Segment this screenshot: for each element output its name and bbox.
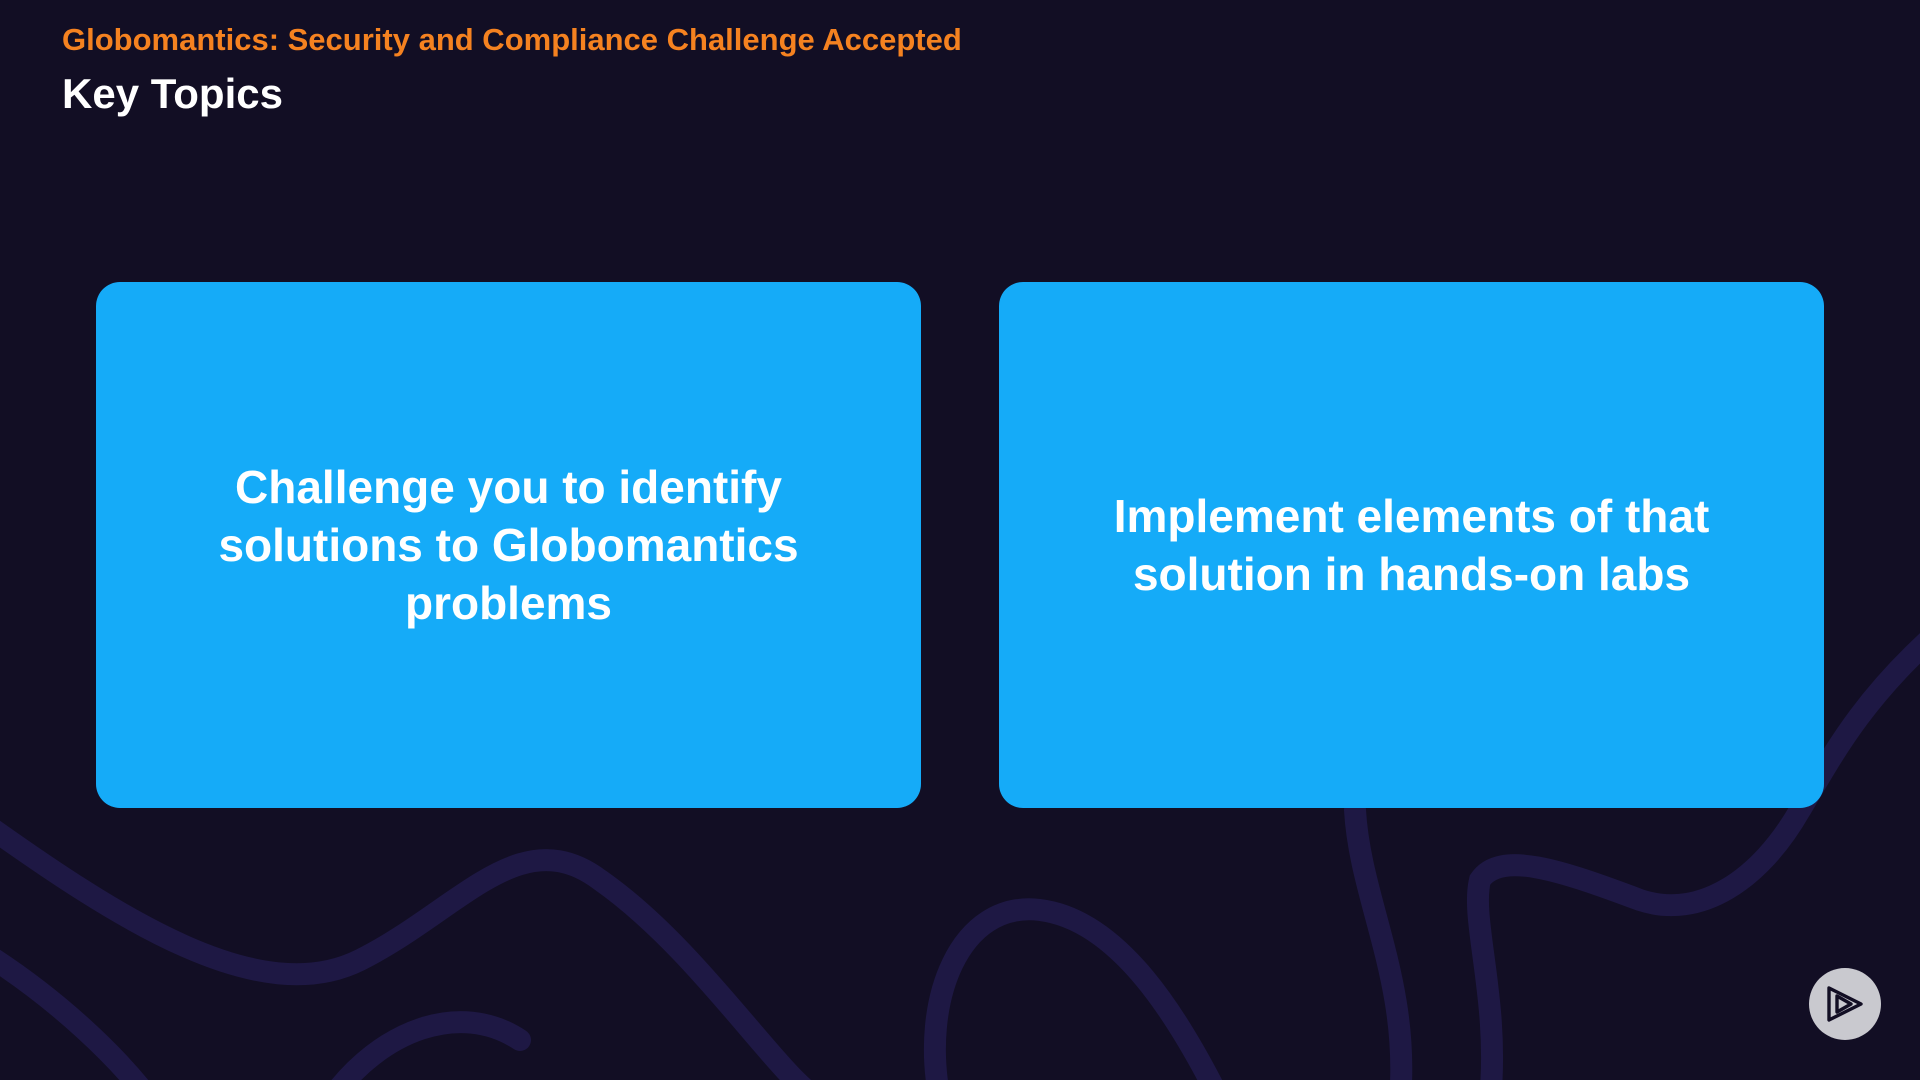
topic-card-1-text: Challenge you to identify solutions to G… (218, 461, 799, 629)
topic-card-1: Challenge you to identify solutions to G… (96, 282, 921, 808)
slide-header: Globomantics: Security and Compliance Ch… (62, 20, 962, 120)
topic-card-2: Implement elements of that solution in h… (999, 282, 1824, 808)
course-title: Globomantics: Security and Compliance Ch… (62, 22, 962, 57)
topic-card-2-text: Implement elements of that solution in h… (1113, 490, 1710, 600)
play-logo-icon (1827, 986, 1863, 1022)
slide: Globomantics: Security and Compliance Ch… (0, 0, 1920, 1080)
slide-title: Key Topics (62, 70, 283, 117)
play-logo-button[interactable] (1809, 968, 1881, 1040)
